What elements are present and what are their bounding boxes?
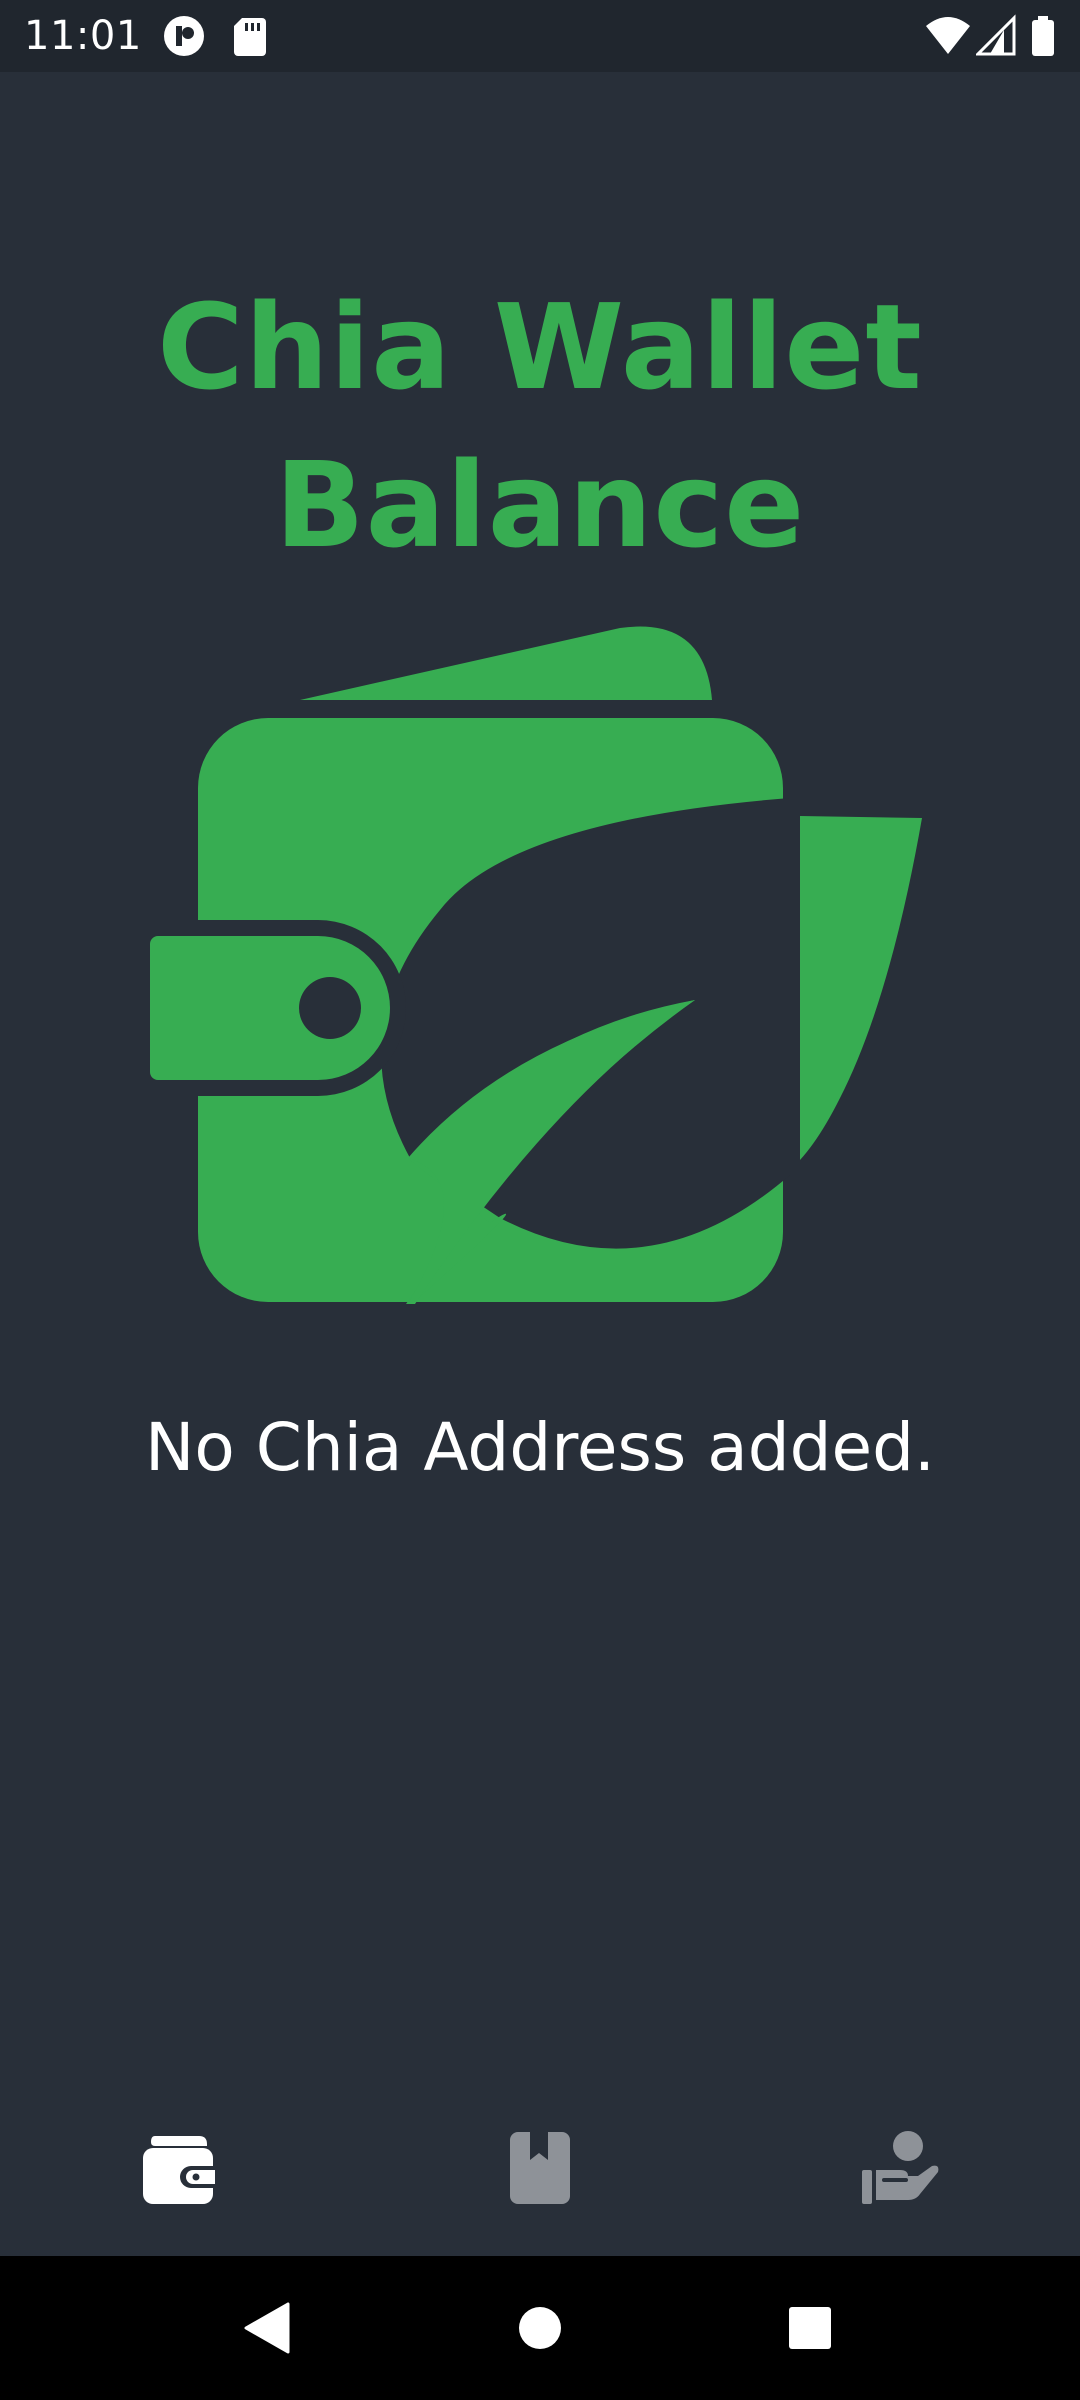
- title-line-1: Chia Wallet: [157, 278, 923, 416]
- back-triangle-icon: [244, 2302, 290, 2354]
- empty-state-message: No Chia Address added.: [145, 1409, 935, 1486]
- battery-icon: [1030, 14, 1056, 63]
- wifi-icon: [924, 14, 972, 63]
- cell-signal-icon: [974, 14, 1016, 63]
- chia-wallet-leaf-icon: [150, 620, 930, 1310]
- tab-wallet[interactable]: [0, 2080, 360, 2256]
- back-button[interactable]: [216, 2278, 316, 2378]
- sd-card-icon: [232, 14, 268, 63]
- recents-square-icon: [789, 2307, 831, 2349]
- status-time: 11:01: [24, 13, 142, 59]
- recents-button[interactable]: [760, 2278, 860, 2378]
- system-navigation-bar: [0, 2256, 1080, 2400]
- page-title: Chia Wallet Balance: [0, 268, 1080, 584]
- app-screen: 11:01 Chia Wallet Balance No Chia Addres…: [0, 0, 1080, 2400]
- bookmark-book-icon: [510, 2132, 570, 2204]
- tab-donate[interactable]: [720, 2080, 1080, 2256]
- tab-address-book[interactable]: [360, 2080, 720, 2256]
- pinterest-like-icon: [162, 14, 206, 63]
- home-circle-icon: [519, 2307, 561, 2349]
- wallet-icon: [143, 2136, 217, 2204]
- home-button[interactable]: [490, 2278, 590, 2378]
- donate-person-icon: [862, 2131, 939, 2204]
- bottom-tab-bar: [0, 2080, 1080, 2256]
- title-line-2: Balance: [274, 436, 806, 574]
- status-bar: 11:01: [0, 0, 1080, 72]
